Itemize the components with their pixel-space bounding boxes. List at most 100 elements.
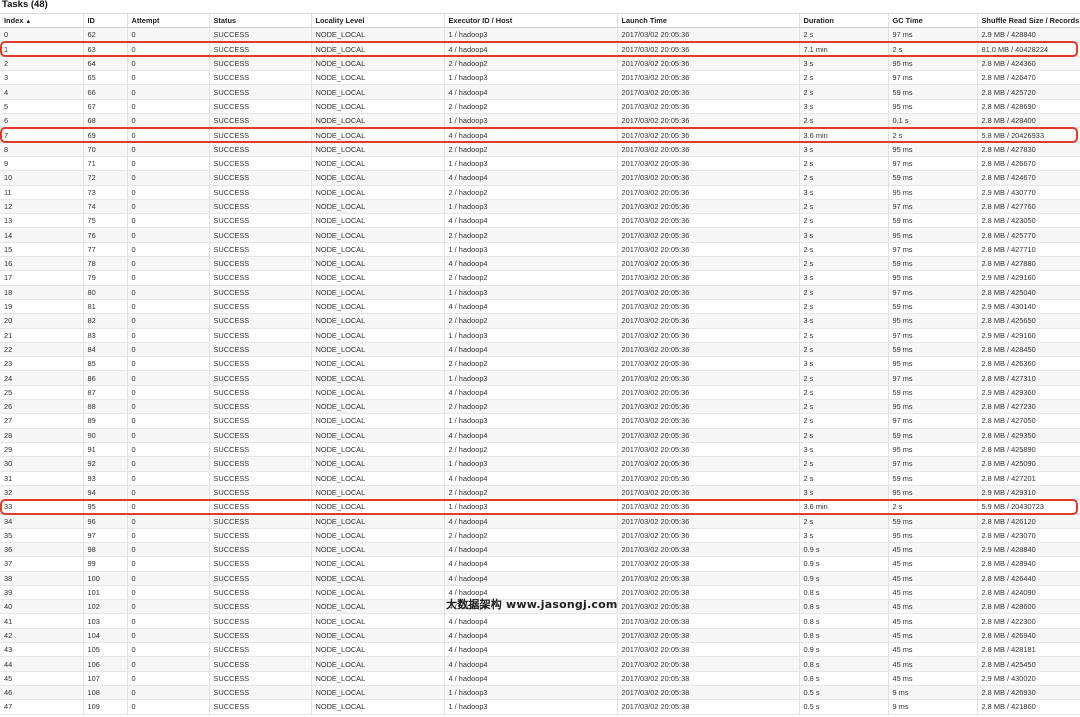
cell-index: 13 bbox=[0, 213, 83, 229]
cell-id: 77 bbox=[82, 242, 127, 258]
column-header-executor-host[interactable]: Executor ID / Host bbox=[443, 12, 617, 29]
cell-shuffle-read: 2.8 MB / 426670 bbox=[976, 156, 1080, 172]
cell-locality-level: NODE_LOCAL bbox=[310, 485, 444, 501]
cell-index: 14 bbox=[0, 227, 83, 243]
cell-executor-host: 4 / hadoop4 bbox=[443, 170, 617, 186]
table-row: 27 89 0 SUCCESS NODE_LOCAL 1 / hadoop3 2017/03… bbox=[0, 413, 1080, 429]
cell-shuffle-read: 2.8 MB / 428400 bbox=[976, 113, 1080, 129]
cell-shuffle-read: 2.8 MB / 427880 bbox=[976, 256, 1080, 272]
cell-attempt: 0 bbox=[126, 213, 209, 229]
cell-status: SUCCESS bbox=[208, 256, 311, 272]
cell-gc-time: 97 ms bbox=[887, 199, 977, 215]
cell-duration: 3 s bbox=[798, 313, 888, 329]
cell-launch-time: 2017/03/02 20:05:36 bbox=[616, 313, 799, 329]
cell-locality-level: NODE_LOCAL bbox=[310, 628, 444, 644]
cell-index: 29 bbox=[0, 442, 83, 458]
cell-status: SUCCESS bbox=[208, 385, 311, 401]
table-row: 31 93 0 SUCCESS NODE_LOCAL 4 / hadoop4 2017/03… bbox=[0, 471, 1080, 486]
cell-id: 95 bbox=[82, 499, 127, 515]
cell-status: SUCCESS bbox=[208, 299, 311, 315]
table-row: 17 79 0 SUCCESS NODE_LOCAL 2 / hadoop2 2017/03… bbox=[0, 270, 1080, 286]
column-header-duration[interactable]: Duration bbox=[798, 12, 888, 29]
cell-launch-time: 2017/03/02 20:05:36 bbox=[616, 199, 799, 215]
cell-launch-time: 2017/03/02 20:05:38 bbox=[616, 628, 799, 644]
cell-id: 88 bbox=[82, 399, 127, 415]
column-header-id[interactable]: ID bbox=[82, 12, 127, 29]
cell-locality-level: NODE_LOCAL bbox=[310, 185, 444, 200]
cell-gc-time: 95 ms bbox=[887, 485, 977, 501]
cell-executor-host: 2 / hadoop2 bbox=[443, 356, 617, 372]
cell-duration: 0.8 s bbox=[798, 585, 888, 601]
cell-locality-level: NODE_LOCAL bbox=[310, 428, 444, 443]
table-row: 38 100 0 SUCCESS NODE_LOCAL 4 / hadoop4 2017/0… bbox=[0, 571, 1080, 586]
cell-executor-host: 4 / hadoop4 bbox=[443, 556, 617, 572]
cell-id: 76 bbox=[82, 227, 127, 243]
cell-id: 84 bbox=[82, 342, 127, 358]
cell-gc-time: 45 ms bbox=[887, 542, 977, 558]
cell-id: 70 bbox=[82, 142, 127, 157]
table-row: 29 91 0 SUCCESS NODE_LOCAL 2 / hadoop2 2017/03… bbox=[0, 442, 1080, 458]
cell-duration: 3 s bbox=[798, 227, 888, 243]
cell-shuffle-read: 2.9 MB / 429160 bbox=[976, 270, 1080, 286]
cell-executor-host: 1 / hadoop3 bbox=[443, 27, 617, 43]
cell-duration: 2 s bbox=[798, 70, 888, 86]
cell-launch-time: 2017/03/02 20:05:36 bbox=[616, 456, 799, 472]
table-row: 47 109 0 SUCCESS NODE_LOCAL 1 / hadoop3 2017/0… bbox=[0, 699, 1080, 715]
cell-id: 75 bbox=[82, 213, 127, 229]
cell-duration: 0.5 s bbox=[798, 699, 888, 715]
cell-duration: 2 s bbox=[798, 256, 888, 272]
cell-shuffle-read: 2.8 MB / 426470 bbox=[976, 70, 1080, 86]
column-header-status[interactable]: Status bbox=[208, 12, 311, 29]
cell-id: 96 bbox=[82, 513, 127, 529]
cell-shuffle-read: 2.8 MB / 427310 bbox=[976, 370, 1080, 386]
cell-attempt: 0 bbox=[126, 428, 209, 443]
cell-executor-host: 4 / hadoop4 bbox=[443, 299, 617, 315]
cell-attempt: 0 bbox=[126, 370, 209, 386]
cell-shuffle-read: 81.0 MB / 40428224 bbox=[976, 42, 1080, 57]
cell-index: 12 bbox=[0, 199, 83, 215]
table-row: 44 106 0 SUCCESS NODE_LOCAL 4 / hadoop4 2017/0… bbox=[0, 656, 1080, 672]
cell-launch-time: 2017/03/02 20:05:38 bbox=[616, 556, 799, 572]
cell-duration: 2 s bbox=[798, 385, 888, 401]
cell-locality-level: NODE_LOCAL bbox=[310, 213, 444, 229]
cell-locality-level: NODE_LOCAL bbox=[310, 528, 444, 543]
cell-executor-host: 4 / hadoop4 bbox=[443, 42, 617, 57]
cell-id: 69 bbox=[82, 127, 127, 143]
cell-executor-host: 4 / hadoop4 bbox=[443, 213, 617, 229]
cell-gc-time: 45 ms bbox=[887, 571, 977, 586]
table-row: 41 103 0 SUCCESS NODE_LOCAL 4 / hadoop4 2017/0… bbox=[0, 613, 1080, 629]
table-row: 33 95 0 SUCCESS NODE_LOCAL 1 / hadoop3 2017/03… bbox=[0, 499, 1080, 515]
cell-executor-host: 1 / hadoop3 bbox=[443, 328, 617, 343]
cell-launch-time: 2017/03/02 20:05:36 bbox=[616, 370, 799, 386]
cell-id: 90 bbox=[82, 428, 127, 443]
cell-status: SUCCESS bbox=[208, 199, 311, 215]
cell-attempt: 0 bbox=[126, 342, 209, 358]
cell-index: 6 bbox=[0, 113, 83, 129]
table-row: 32 94 0 SUCCESS NODE_LOCAL 2 / hadoop2 2017/03… bbox=[0, 485, 1080, 501]
cell-locality-level: NODE_LOCAL bbox=[310, 113, 444, 129]
column-header-index[interactable]: Index ▲ bbox=[0, 12, 83, 29]
cell-attempt: 0 bbox=[126, 499, 209, 515]
cell-status: SUCCESS bbox=[208, 213, 311, 229]
cell-shuffle-read: 2.9 MB / 428840 bbox=[976, 27, 1080, 43]
cell-locality-level: NODE_LOCAL bbox=[310, 385, 444, 401]
column-header-launch-time[interactable]: Launch Time bbox=[616, 12, 799, 29]
table-header-row: Index ▲ ID Attempt Status Locality Level … bbox=[0, 12, 1080, 29]
cell-status: SUCCESS bbox=[208, 471, 311, 486]
column-header-locality-level[interactable]: Locality Level bbox=[310, 12, 444, 29]
cell-locality-level: NODE_LOCAL bbox=[310, 599, 444, 615]
cell-shuffle-read: 2.8 MB / 425450 bbox=[976, 656, 1080, 672]
column-header-gc-time[interactable]: GC Time bbox=[887, 12, 977, 29]
column-header-attempt[interactable]: Attempt bbox=[126, 12, 209, 29]
cell-gc-time: 59 ms bbox=[887, 385, 977, 401]
cell-launch-time: 2017/03/02 20:05:36 bbox=[616, 185, 799, 200]
cell-index: 38 bbox=[0, 571, 83, 586]
cell-gc-time: 97 ms bbox=[887, 156, 977, 172]
cell-index: 41 bbox=[0, 613, 83, 629]
cell-index: 23 bbox=[0, 356, 83, 372]
column-header-shuffle-read[interactable]: Shuffle Read Size / Records bbox=[976, 12, 1080, 29]
cell-attempt: 0 bbox=[126, 642, 209, 658]
cell-executor-host: 1 / hadoop3 bbox=[443, 699, 617, 715]
sort-ascending-icon: ▲ bbox=[25, 19, 32, 26]
cell-locality-level: NODE_LOCAL bbox=[310, 270, 444, 286]
